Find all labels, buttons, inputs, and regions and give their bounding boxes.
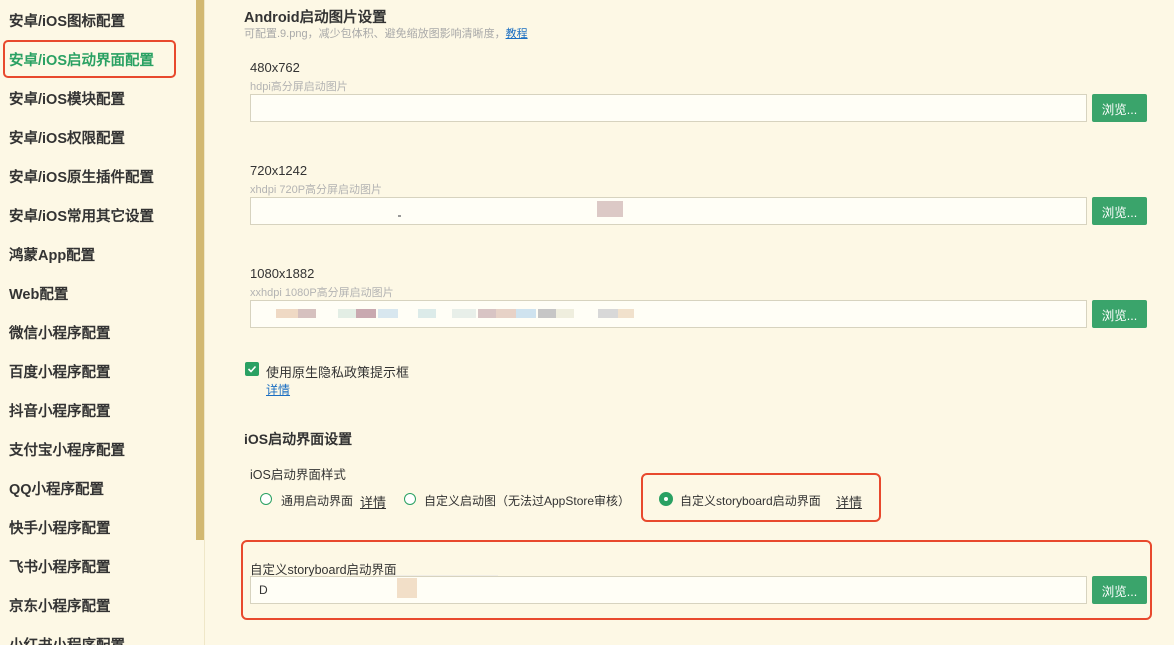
ios-section-title: iOS启动界面设置 — [244, 431, 353, 447]
redacted-path-block — [597, 201, 623, 217]
sidebar-item-other-settings[interactable]: 安卓/iOS常用其它设置 — [9, 198, 154, 237]
field-label-480x762: 480x762 — [250, 60, 300, 75]
common-splash-detail-link[interactable]: 详情 — [360, 492, 386, 511]
radio-custom-image-label[interactable]: 自定义启动图（无法过AppStore审核） — [424, 492, 630, 509]
sidebar-item-jd[interactable]: 京东小程序配置 — [9, 588, 111, 627]
field-label-720x1242: 720x1242 — [250, 163, 308, 178]
sidebar-item-native-plugin-config[interactable]: 安卓/iOS原生插件配置 — [9, 159, 154, 198]
android-section-subtitle: 可配置.9.png，减少包体积、避免缩放图影响清晰度，教程 — [244, 25, 528, 41]
content-divider — [204, 0, 205, 645]
splash-480x762-input[interactable] — [250, 94, 1087, 122]
field-hint-xhdpi: xhdpi 720P高分屏启动图片 — [250, 184, 383, 196]
sidebar-scrollbar-thumb[interactable] — [196, 0, 204, 540]
ios-style-label: iOS启动界面样式 — [250, 468, 346, 482]
android-section-title: Android启动图片设置 — [244, 10, 387, 26]
sidebar-item-baidu[interactable]: 百度小程序配置 — [9, 354, 111, 393]
privacy-policy-label: 使用原生隐私政策提示框 — [266, 365, 410, 380]
sidebar-item-xiaohongshu[interactable]: 小红书小程序配置 — [9, 627, 125, 645]
sidebar-item-weixin[interactable]: 微信小程序配置 — [9, 315, 111, 354]
privacy-detail-link[interactable]: 详情 — [266, 381, 290, 398]
browse-720x1242-button[interactable]: 浏览... — [1092, 197, 1147, 225]
sidebar-item-douyin[interactable]: 抖音小程序配置 — [9, 393, 111, 432]
checkmark-icon — [247, 365, 257, 373]
redacted-path-block — [397, 578, 417, 598]
field-hint-hdpi: hdpi高分屏启动图片 — [250, 81, 348, 93]
redacted-path-mark — [398, 215, 401, 217]
tutorial-link[interactable]: 教程 — [506, 28, 528, 40]
sidebar-item-qq[interactable]: QQ小程序配置 — [9, 471, 104, 510]
sidebar-item-feishu[interactable]: 飞书小程序配置 — [9, 549, 111, 588]
sidebar-item-harmony[interactable]: 鸿蒙App配置 — [9, 237, 95, 276]
radio-custom-storyboard-label[interactable]: 自定义storyboard启动界面 — [680, 492, 821, 509]
field-label-1080x1882: 1080x1882 — [250, 266, 315, 281]
radio-custom-storyboard[interactable] — [659, 492, 673, 506]
browse-1080x1882-button[interactable]: 浏览... — [1092, 300, 1147, 328]
sidebar-item-splash-config[interactable]: 安卓/iOS启动界面配置 — [9, 42, 154, 81]
field-hint-xxhdpi: xxhdpi 1080P高分屏启动图片 — [250, 287, 394, 299]
sidebar-item-permission-config[interactable]: 安卓/iOS权限配置 — [9, 120, 125, 159]
radio-custom-image[interactable] — [404, 493, 416, 505]
storyboard-detail-link[interactable]: 详情 — [836, 492, 862, 511]
browse-480x762-button[interactable]: 浏览... — [1092, 94, 1147, 122]
privacy-policy-checkbox[interactable] — [245, 362, 259, 376]
android-subtitle-text: 可配置.9.png，减少包体积、避免缩放图影响清晰度， — [244, 28, 506, 40]
splash-720x1242-input[interactable] — [250, 197, 1087, 225]
browse-storyboard-button[interactable]: 浏览... — [1092, 576, 1147, 604]
sidebar-item-module-config[interactable]: 安卓/iOS模块配置 — [9, 81, 125, 120]
sidebar-item-web[interactable]: Web配置 — [9, 276, 68, 315]
sidebar-item-alipay[interactable]: 支付宝小程序配置 — [9, 432, 125, 471]
sidebar-item-kuaishou[interactable]: 快手小程序配置 — [9, 510, 111, 549]
sidebar-nav: 安卓/iOS图标配置 安卓/iOS启动界面配置 安卓/iOS模块配置 安卓/iO… — [0, 0, 196, 645]
radio-common-splash[interactable] — [260, 493, 272, 505]
sidebar-item-icon-config[interactable]: 安卓/iOS图标配置 — [9, 3, 125, 42]
storyboard-path-input[interactable] — [250, 576, 1087, 604]
radio-common-splash-label[interactable]: 通用启动界面 — [281, 492, 353, 509]
